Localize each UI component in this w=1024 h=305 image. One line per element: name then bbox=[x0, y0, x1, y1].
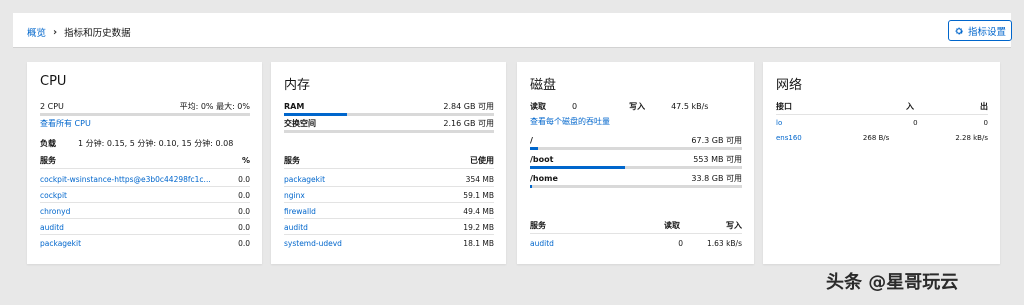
service-name[interactable]: chronyd bbox=[40, 207, 70, 216]
service-value: 18.1 MB bbox=[463, 238, 494, 248]
iface-header: 接口 bbox=[776, 102, 792, 111]
service-row: cockpit 0.0 bbox=[40, 187, 250, 203]
service-name[interactable]: packagekit bbox=[40, 239, 81, 248]
mount-free-boot: 553 MB 可用 bbox=[693, 155, 742, 164]
ram-usage-fill bbox=[284, 113, 347, 116]
iface-name[interactable]: lo bbox=[776, 119, 782, 127]
service-row: systemd-udevd 18.1 MB bbox=[284, 235, 494, 251]
disk-read-value: 0 bbox=[572, 102, 578, 111]
cpu-percent-header: % bbox=[241, 156, 250, 165]
cpu-card: CPU 2 CPU 平均: 0% 最大: 0% 查看所有 CPU 负载 1 分钟… bbox=[27, 62, 262, 264]
service-name[interactable]: systemd-udevd bbox=[284, 239, 342, 248]
swap-usage-bar bbox=[284, 130, 494, 133]
disk-service-write: 1.63 kB/s bbox=[706, 238, 742, 248]
cpu-title: CPU bbox=[40, 74, 67, 89]
network-title: 网络 bbox=[776, 78, 803, 93]
disk-service-name[interactable]: auditd bbox=[530, 239, 554, 248]
memory-used-header: 已使用 bbox=[470, 156, 494, 165]
disk-read-header: 读取 bbox=[664, 221, 680, 230]
network-card: 网络 接口 入 出 lo 0 0 ens160 268 B/s 2.28 kB/… bbox=[763, 62, 1000, 264]
disk-service-header: 服务 bbox=[530, 221, 546, 230]
swap-label: 交换空间 bbox=[284, 119, 316, 128]
out-header: 出 bbox=[980, 102, 988, 111]
disk-write-value: 47.5 kB/s bbox=[671, 102, 709, 111]
service-row: chronyd 0.0 bbox=[40, 203, 250, 219]
disk-write-header: 写入 bbox=[726, 221, 742, 230]
breadcrumb-overview-link[interactable]: 概览 bbox=[27, 25, 46, 39]
mount-path-home: /home bbox=[530, 174, 558, 183]
service-row: cockpit-wsinstance-https@e3b0c44298fc1c.… bbox=[40, 171, 250, 187]
iface-out: 2.28 kB/s bbox=[955, 134, 988, 142]
load-value: 1 分钟: 0.15, 5 分钟: 0.10, 15 分钟: 0.08 bbox=[78, 139, 234, 148]
service-row: auditd 19.2 MB bbox=[284, 219, 494, 235]
disk-write-label: 写入 bbox=[629, 102, 646, 111]
service-name[interactable]: cockpit bbox=[40, 191, 67, 200]
mount-free-root: 67.3 GB 可用 bbox=[691, 136, 742, 145]
service-name[interactable]: auditd bbox=[284, 223, 308, 232]
metrics-settings-label: 指标设置 bbox=[967, 26, 1006, 38]
service-name[interactable]: packagekit bbox=[284, 175, 325, 184]
memory-title: 内存 bbox=[284, 78, 311, 93]
page-header: 概览 › 指标和历史数据 指标设置 bbox=[13, 13, 1012, 48]
service-value: 0.0 bbox=[238, 206, 250, 216]
cpu-avg-max: 平均: 0% 最大: 0% bbox=[179, 102, 250, 111]
load-label: 负载 bbox=[40, 139, 56, 148]
service-value: 59.1 MB bbox=[463, 190, 494, 200]
service-row: firewalld 49.4 MB bbox=[284, 203, 494, 219]
service-row: packagekit 354 MB bbox=[284, 171, 494, 187]
mount-usage-fill-home bbox=[530, 185, 533, 188]
per-disk-throughput-link[interactable]: 查看每个磁盘的吞吐量 bbox=[530, 116, 742, 127]
service-value: 19.2 MB bbox=[463, 222, 494, 232]
swap-value: 2.16 GB 可用 bbox=[443, 119, 494, 128]
disk-read-label: 读取 bbox=[530, 102, 546, 111]
mount-path-boot: /boot bbox=[530, 155, 554, 164]
ram-value: 2.84 GB 可用 bbox=[443, 102, 494, 111]
iface-in: 268 B/s bbox=[862, 134, 890, 142]
disk-card: 磁盘 读取 0 写入 47.5 kB/s 查看每个磁盘的吞吐量 / 67.3 G… bbox=[517, 62, 754, 264]
mount-free-home: 33.8 GB 可用 bbox=[691, 174, 742, 183]
mount-usage-fill-root bbox=[530, 147, 539, 150]
service-value: 0.0 bbox=[238, 190, 250, 200]
disk-service-read: 0 bbox=[678, 238, 683, 248]
in-header: 入 bbox=[906, 102, 914, 111]
disk-title: 磁盘 bbox=[530, 78, 557, 93]
service-name[interactable]: firewalld bbox=[284, 207, 316, 216]
mount-path-root: / bbox=[530, 136, 533, 145]
breadcrumb: 概览 › 指标和历史数据 bbox=[27, 25, 131, 40]
ram-label: RAM bbox=[284, 102, 305, 111]
service-value: 49.4 MB bbox=[463, 206, 494, 216]
service-name[interactable]: nginx bbox=[284, 191, 305, 200]
metrics-settings-button[interactable]: 指标设置 bbox=[948, 20, 1012, 41]
gear-icon bbox=[955, 27, 964, 34]
breadcrumb-current: 指标和历史数据 bbox=[64, 28, 131, 39]
memory-card: 内存 RAM 2.84 GB 可用 交换空间 2.16 GB 可用 服务 已使用… bbox=[271, 62, 506, 264]
iface-row: ens160 268 B/s 2.28 kB/s bbox=[776, 130, 988, 146]
service-value: 0.0 bbox=[238, 222, 250, 232]
service-value: 354 MB bbox=[465, 174, 494, 184]
service-row: auditd 0.0 bbox=[40, 219, 250, 235]
memory-service-header: 服务 bbox=[284, 156, 300, 165]
mount-usage-bar-boot bbox=[530, 166, 742, 169]
cpu-service-header: 服务 bbox=[40, 156, 56, 165]
service-row: packagekit 0.0 bbox=[40, 235, 250, 251]
cpu-usage-bar bbox=[40, 113, 250, 116]
mount-usage-bar-root bbox=[530, 147, 742, 150]
iface-out: 0 bbox=[983, 119, 988, 127]
mount-usage-bar-home bbox=[530, 185, 742, 188]
service-value: 0.0 bbox=[238, 238, 250, 248]
service-name[interactable]: auditd bbox=[40, 223, 64, 232]
ram-usage-bar bbox=[284, 113, 494, 116]
breadcrumb-chevron-icon: › bbox=[53, 26, 58, 38]
disk-service-row: auditd 0 1.63 kB/s bbox=[530, 235, 742, 251]
mount-usage-fill-boot bbox=[530, 166, 626, 169]
service-row: nginx 59.1 MB bbox=[284, 187, 494, 203]
view-all-cpu-link[interactable]: 查看所有 CPU bbox=[40, 118, 250, 129]
iface-row: lo 0 0 bbox=[776, 115, 988, 131]
service-value: 0.0 bbox=[238, 174, 250, 184]
watermark: 头条 @星哥玩云 bbox=[826, 272, 959, 293]
iface-in: 0 bbox=[913, 119, 918, 127]
iface-name[interactable]: ens160 bbox=[776, 134, 802, 142]
cpu-count: 2 CPU bbox=[40, 102, 64, 111]
service-name[interactable]: cockpit-wsinstance-https@e3b0c44298fc1c.… bbox=[40, 175, 211, 184]
